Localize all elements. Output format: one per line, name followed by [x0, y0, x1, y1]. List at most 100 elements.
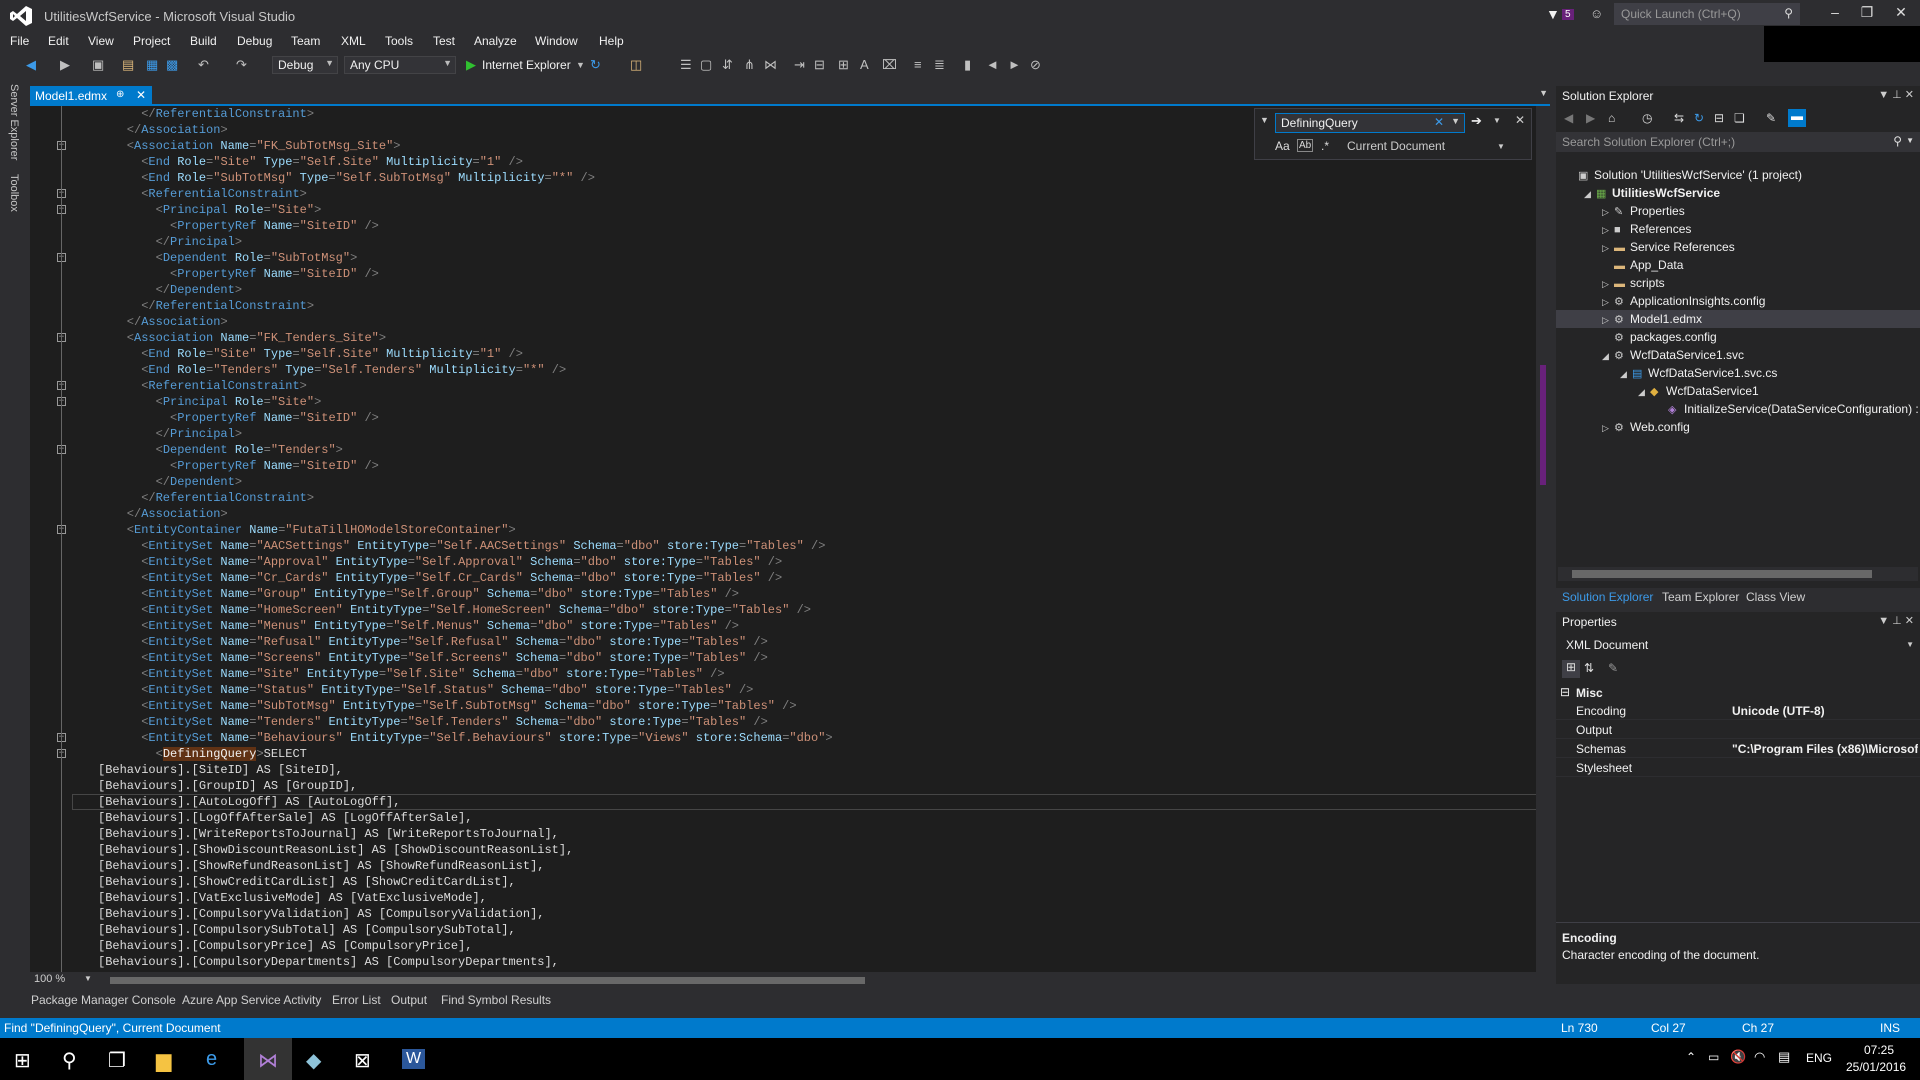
menu-file[interactable]: File: [10, 34, 29, 48]
find-input[interactable]: DefiningQuery ✕ ▼: [1275, 113, 1465, 133]
chevron-down-icon[interactable]: ▼: [576, 60, 585, 70]
tree-item[interactable]: ◢ ▦ UtilitiesWcfService: [1556, 184, 1920, 202]
code-line[interactable]: <EntitySet Name="Status" EntityType="Sel…: [98, 682, 753, 698]
tab-model1-edmx[interactable]: Model1.edmx ⊕ ✕: [30, 86, 152, 106]
indent-icon[interactable]: ⇥: [794, 57, 805, 73]
code-line[interactable]: <PropertyRef Name="SiteID" />: [98, 458, 379, 474]
visual-studio-taskbar-button[interactable]: ⋈: [244, 1038, 292, 1080]
bookmark-next-icon[interactable]: ►: [1008, 57, 1021, 72]
menu-tools[interactable]: Tools: [385, 34, 413, 48]
code-line[interactable]: <EntitySet Name="Screens" EntityType="Se…: [98, 650, 768, 666]
close-window-button[interactable]: ✕: [1886, 4, 1916, 26]
expand-toggle-icon[interactable]: ▷: [1602, 239, 1614, 257]
align-left-icon[interactable]: ≡: [914, 57, 922, 72]
editor-vertical-scrollbar[interactable]: [1536, 106, 1550, 974]
menu-window[interactable]: Window: [535, 34, 578, 48]
tray-chevron-icon[interactable]: ⌃: [1686, 1050, 1696, 1064]
menu-edit[interactable]: Edit: [48, 34, 69, 48]
code-line[interactable]: [Behaviours].[SiteID] AS [SiteID],: [98, 762, 343, 778]
chevron-down-icon[interactable]: ▼: [1906, 640, 1914, 649]
code-line[interactable]: [Behaviours].[ShowRefundReasonList] AS […: [98, 858, 544, 874]
clock-date[interactable]: 25/01/2016: [1846, 1060, 1906, 1074]
forward-icon[interactable]: ▶: [60, 57, 70, 73]
code-line[interactable]: <EntitySet Name="Cr_Cards" EntityType="S…: [98, 570, 782, 586]
format-icon[interactable]: ⇵: [722, 57, 733, 73]
xslt-icon[interactable]: ⋈: [764, 57, 777, 73]
solution-configuration-dropdown[interactable]: Debug ▼: [272, 56, 338, 74]
tab-package-manager-console[interactable]: Package Manager Console: [31, 993, 176, 1007]
redo-icon[interactable]: ↷: [236, 57, 247, 73]
code-line[interactable]: <End Role="SubTotMsg" Type="Self.SubTotM…: [98, 170, 595, 186]
code-line[interactable]: [Behaviours].[CompulsorySubTotal] AS [Co…: [98, 922, 516, 938]
expand-toggle-icon[interactable]: ▷: [1602, 311, 1614, 329]
tree-item[interactable]: ▷ ⚙ Web.config: [1556, 418, 1920, 436]
code-line[interactable]: </Principal>: [98, 426, 242, 442]
scrollbar-thumb[interactable]: [1540, 365, 1546, 485]
code-line[interactable]: </Principal>: [98, 234, 242, 250]
expand-toggle-icon[interactable]: ▷: [1602, 293, 1614, 311]
outline-icon[interactable]: ☰: [680, 57, 692, 73]
server-explorer-tab[interactable]: Server Explorer: [8, 84, 20, 160]
code-line[interactable]: [Behaviours].[WriteReportsToJournal] AS …: [98, 826, 559, 842]
chevron-down-icon[interactable]: ▼: [1497, 142, 1505, 151]
back-icon[interactable]: ◀: [1564, 111, 1573, 125]
code-line[interactable]: <EntitySet Name="Approval" EntityType="S…: [98, 554, 782, 570]
horizontal-scroll-thumb[interactable]: [110, 977, 865, 984]
chevron-down-icon[interactable]: ▼: [1906, 136, 1914, 145]
expand-toggle-icon[interactable]: ◢: [1602, 347, 1614, 365]
home-icon[interactable]: ⌂: [1608, 111, 1615, 125]
expand-toggle-icon[interactable]: ▷: [1602, 221, 1614, 239]
code-line[interactable]: [Behaviours].[ShowCreditCardList] AS [Sh…: [98, 874, 516, 890]
code-line[interactable]: <ReferentialConstraint>: [98, 378, 307, 394]
code-line[interactable]: <EntitySet Name = "AACSettings" EntityType…: [98, 538, 825, 554]
code-line[interactable]: </ReferentialConstraint>: [98, 298, 314, 314]
tab-class-view[interactable]: Class View: [1746, 590, 1805, 604]
code-line[interactable]: <Principal Role="Site">: [98, 394, 322, 410]
tab-solution-explorer[interactable]: Solution Explorer: [1562, 590, 1653, 604]
tree-item[interactable]: ⚙ packages.config: [1556, 328, 1920, 346]
panel-controls[interactable]: ▼ ⊥ ✕: [1878, 614, 1914, 627]
menu-team[interactable]: Team: [291, 34, 320, 48]
expand-toggle-icon[interactable]: ▷: [1602, 419, 1614, 437]
code-line[interactable]: <Association Name="FK_SubTotMsg_Site">: [98, 138, 401, 154]
preview-selected-icon[interactable]: ▬: [1788, 109, 1806, 127]
solution-search-input[interactable]: Search Solution Explorer (Ctrl+;) ⚲ ▼: [1556, 132, 1920, 152]
chevron-down-icon[interactable]: ▼: [1451, 116, 1460, 126]
tree-item[interactable]: ▷ ▬ scripts: [1556, 274, 1920, 292]
task-view-icon[interactable]: ❐: [108, 1048, 126, 1073]
tab-find-symbol-results[interactable]: Find Symbol Results: [441, 993, 551, 1007]
categorized-icon[interactable]: ⊞: [1562, 660, 1580, 678]
refresh-icon[interactable]: ↻: [1694, 111, 1704, 125]
code-line[interactable]: [Behaviours].[VatExclusiveMode] AS [VatE…: [98, 890, 487, 906]
code-line[interactable]: <EntitySet Name="Refusal" EntityType="Se…: [98, 634, 768, 650]
solution-platform-dropdown[interactable]: Any CPU ▼: [344, 56, 456, 74]
code-line[interactable]: <End Role="Tenders" Type="Self.Tenders" …: [98, 362, 566, 378]
bookmark-clear-icon[interactable]: ⊘: [1030, 57, 1041, 73]
property-pages-icon[interactable]: ✎: [1608, 661, 1618, 675]
app-icon[interactable]: ◆: [306, 1048, 321, 1073]
minimize-button[interactable]: –: [1820, 4, 1850, 26]
tree-item[interactable]: ◈ InitializeService(DataServiceConfigurat…: [1556, 400, 1920, 418]
code-line[interactable]: <PropertyRef Name="SiteID" />: [98, 410, 379, 426]
code-line[interactable]: </Association>: [98, 314, 228, 330]
property-value[interactable]: Unicode (UTF-8): [1732, 704, 1918, 718]
code-line[interactable]: <EntitySet Name="Tenders" EntityType="Se…: [98, 714, 768, 730]
menu-analyze[interactable]: Analyze: [474, 34, 517, 48]
expand-replace-icon[interactable]: ▼: [1260, 115, 1269, 125]
code-line[interactable]: </Dependent>: [98, 282, 242, 298]
code-line[interactable]: [Behaviours].[AutoLogOff] AS [AutoLogOff…: [98, 794, 400, 810]
code-line[interactable]: <PropertyRef Name="SiteID" />: [98, 218, 379, 234]
code-line[interactable]: <PropertyRef Name="SiteID" />: [98, 266, 379, 282]
object-selector[interactable]: XML Document ▼: [1556, 636, 1920, 656]
tab-overflow-icon[interactable]: ▼: [1539, 88, 1548, 98]
battery-icon[interactable]: ▭: [1708, 1050, 1719, 1064]
font-icon[interactable]: A: [860, 57, 869, 72]
code-line[interactable]: <EntitySet Name="Menus" EntityType="Self…: [98, 618, 739, 634]
panel-controls[interactable]: ▼ ⊥ ✕: [1878, 88, 1914, 101]
volume-muted-icon[interactable]: 🔇: [1730, 1049, 1746, 1065]
code-line[interactable]: <EntitySet Name="HomeScreen" EntityType=…: [98, 602, 811, 618]
collapse-icon[interactable]: ⊟: [1560, 685, 1570, 699]
refresh-icon[interactable]: ↻: [590, 57, 601, 73]
tree-item[interactable]: ▷ ■ References: [1556, 220, 1920, 238]
alphabetical-icon[interactable]: ⇅: [1584, 661, 1594, 675]
